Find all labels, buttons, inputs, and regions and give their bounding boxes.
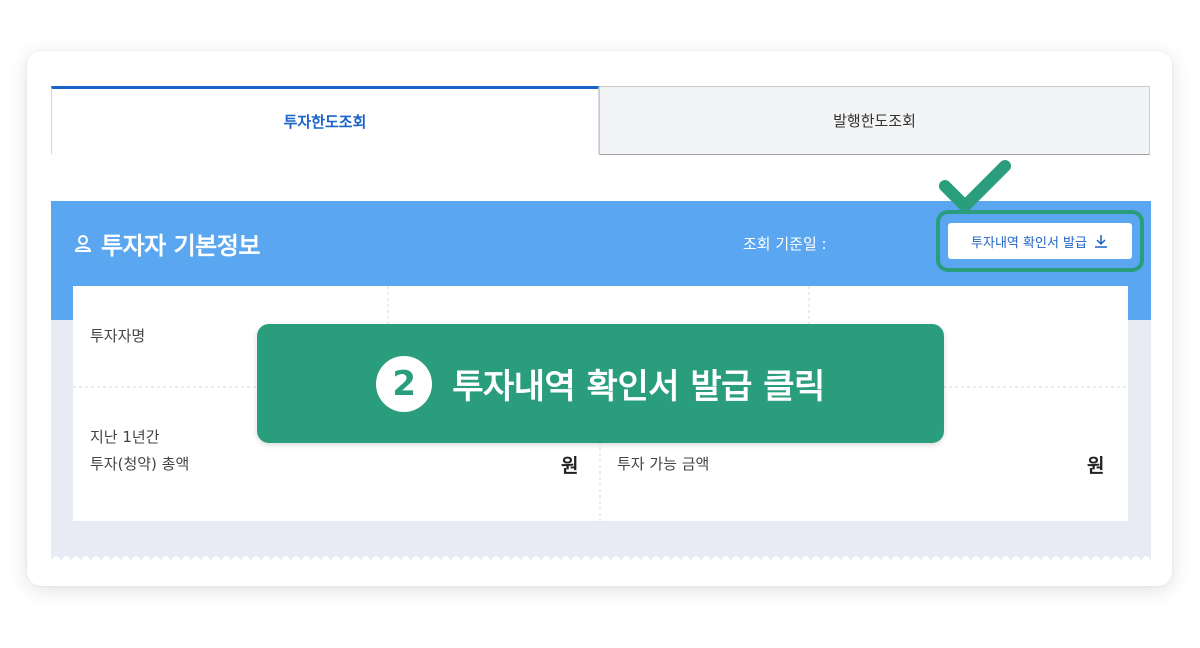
checkmark-icon — [939, 160, 1011, 212]
panel-title-text: 투자자 기본정보 — [101, 231, 260, 260]
query-date-label: 조회 기준일 : — [743, 235, 827, 253]
total-label-line2: 투자(청약) 총액 — [90, 455, 190, 473]
available-label-line2: 투자 가능 금액 — [617, 455, 710, 473]
tab-investment-limit[interactable]: 투자한도조회 — [51, 86, 599, 154]
main-card: 투자한도조회 발행한도조회 투자자 기본정보 조회 기준일 : 투자내역 확인서… — [27, 51, 1172, 586]
total-unit: 원 — [561, 455, 579, 477]
instruction-callout: 2 투자내역 확인서 발급 클릭 — [257, 324, 944, 443]
step-number-badge: 2 — [376, 355, 433, 412]
available-unit: 원 — [1087, 455, 1105, 477]
total-label-line1: 지난 1년간 — [90, 428, 160, 446]
tab-issuance-limit[interactable]: 발행한도조회 — [599, 86, 1150, 155]
download-icon — [1094, 235, 1107, 248]
user-icon — [74, 235, 92, 252]
tab-bar: 투자한도조회 발행한도조회 — [51, 86, 1151, 155]
issue-certificate-button[interactable]: 투자내역 확인서 발급 — [948, 223, 1132, 259]
panel-title: 투자자 기본정보 — [73, 226, 260, 260]
torn-edge — [51, 556, 1151, 561]
callout-text: 투자내역 확인서 발급 클릭 — [452, 367, 825, 407]
investor-name-label: 투자자명 — [90, 327, 146, 345]
issue-certificate-label: 투자내역 확인서 발급 — [971, 235, 1087, 251]
